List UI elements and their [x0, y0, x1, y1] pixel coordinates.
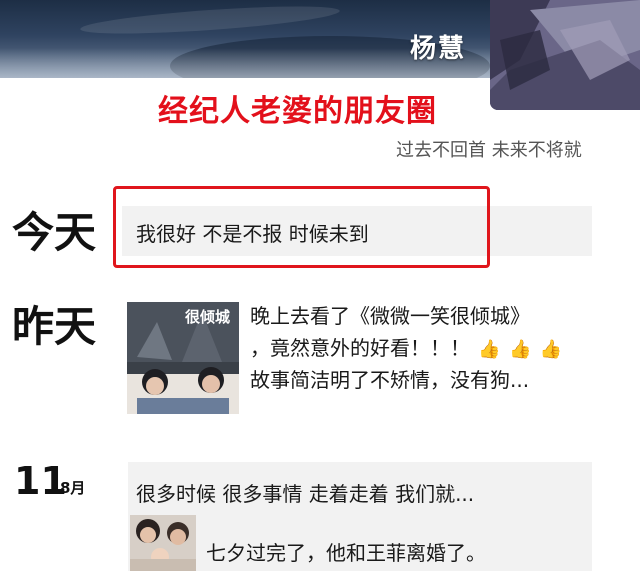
cover-cloud	[79, 0, 341, 40]
overlay-title: 经纪人老婆的朋友圈	[158, 94, 437, 129]
date-label-today: 今天	[12, 208, 97, 257]
user-name[interactable]: 杨慧	[410, 28, 466, 65]
post-text-yesterday-line-2: ，竟然意外的好看！！！ 👍 👍 👍	[250, 332, 562, 361]
post-text-yesterday-line-3: 故事简洁明了不矫情，没有狗...	[250, 368, 530, 392]
thumbs-up-icon: 👍	[509, 339, 532, 360]
post-text-aug11: 很多时候 很多事情 走着走着 我们就...	[136, 482, 475, 506]
date-day-number: 11	[14, 459, 67, 503]
post-image-movie-poster[interactable]: 很倾城	[127, 302, 239, 414]
date-label-yesterday: 昨天	[12, 302, 97, 351]
thumbs-up-icon: 👍	[539, 339, 563, 360]
post-text-yesterday-line-2-text: ，竟然意外的好看！！！	[250, 336, 470, 360]
shared-article-thumbnail[interactable]	[130, 515, 196, 571]
date-month: 8月	[60, 479, 86, 497]
thumbs-up-icon: 👍	[478, 339, 501, 360]
poster-title: 很倾城	[185, 308, 231, 326]
avatar[interactable]	[490, 0, 640, 110]
highlight-frame	[113, 186, 490, 268]
personal-signature: 过去不回首 未来不将就	[396, 140, 582, 161]
post-text-yesterday-line-1: 晚上去看了《微微一笑很倾城》	[250, 304, 530, 328]
shared-article-title: 七夕过完了，他和王菲离婚了。	[206, 541, 486, 565]
